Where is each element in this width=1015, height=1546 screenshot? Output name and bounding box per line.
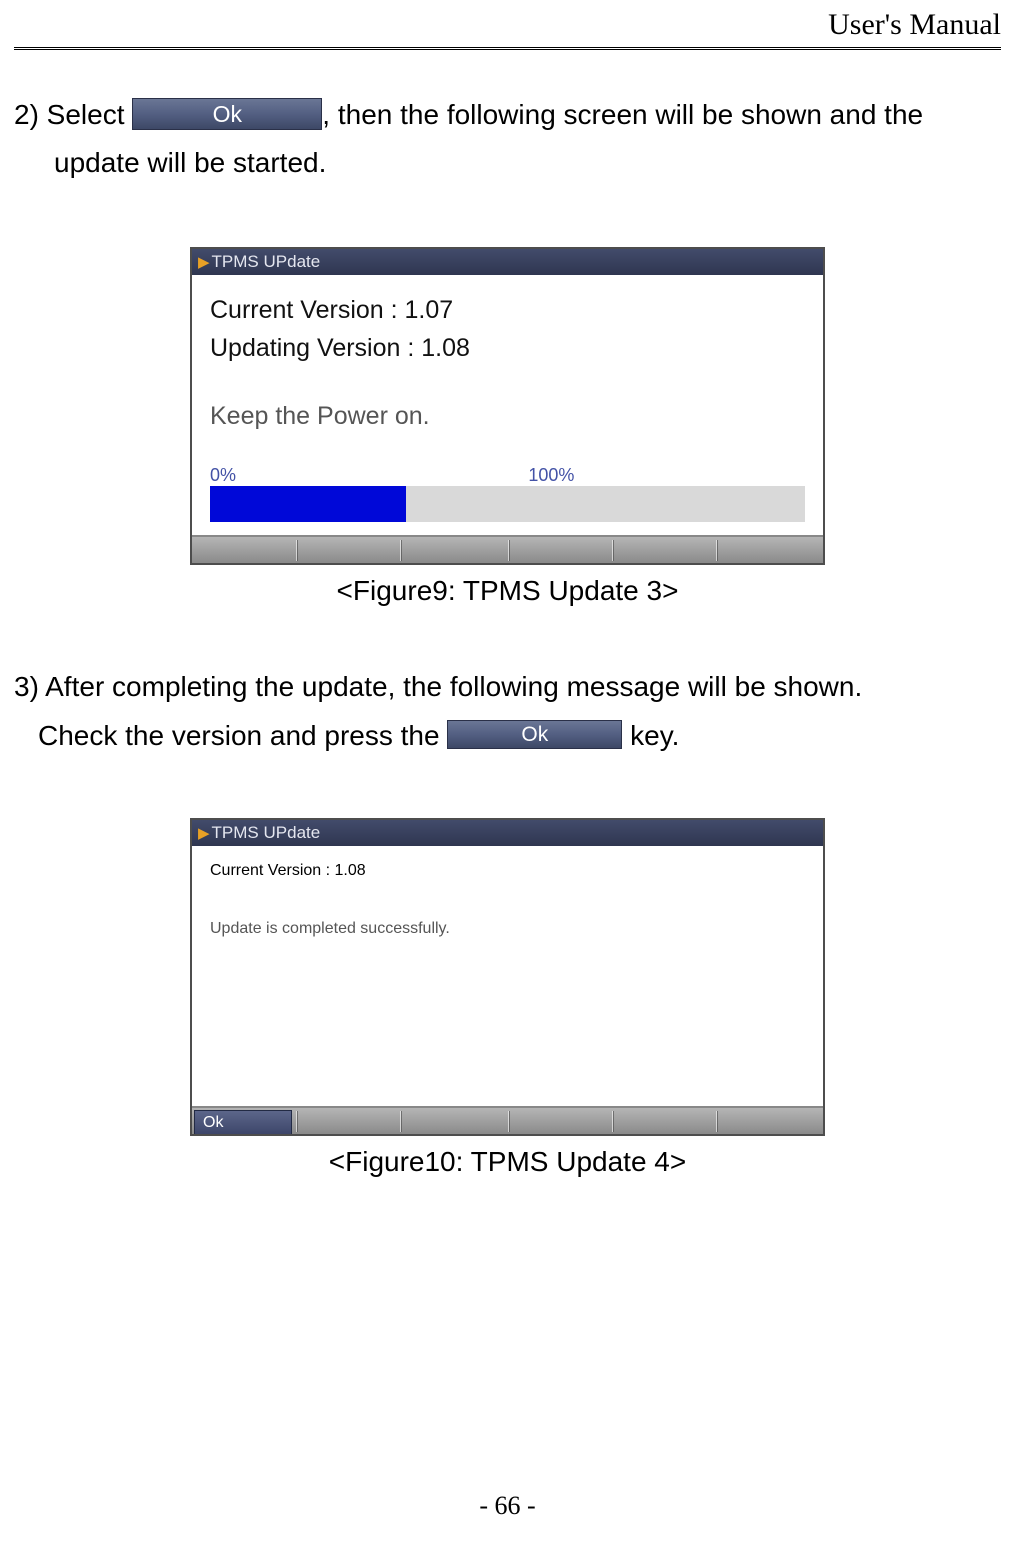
completion-message: Update is completed successfully. xyxy=(210,920,805,938)
bottombar-divider xyxy=(716,540,718,561)
progress-labels: 0% 100% xyxy=(210,465,805,486)
header-rule xyxy=(14,47,1001,50)
bottombar-divider xyxy=(508,1111,510,1132)
titlebar-arrow-icon: ▶ xyxy=(198,254,210,271)
step-3-prefix: Check the version and press the xyxy=(38,720,447,751)
step-2-suffix: , then the following screen will be show… xyxy=(322,99,923,130)
screen-titlebar: ▶TPMS UPdate xyxy=(192,249,823,275)
step-3-line1: 3) After completing the update, the foll… xyxy=(14,663,1001,711)
figure-9-caption: <Figure9: TPMS Update 3> xyxy=(14,575,1001,607)
ok-softkey[interactable]: Ok xyxy=(194,1110,292,1134)
page-number: - 66 - xyxy=(0,1491,1015,1521)
step-2-prefix: 2) Select xyxy=(14,99,132,130)
step-3-suffix: key. xyxy=(622,720,679,751)
screen-titlebar: ▶TPMS UPdate xyxy=(192,820,823,846)
step-2-line2: update will be started. xyxy=(14,140,1001,185)
progress-label-100: 100% xyxy=(528,465,574,486)
titlebar-arrow-icon: ▶ xyxy=(198,825,210,842)
bottombar-divider xyxy=(716,1111,718,1132)
bottombar-divider xyxy=(400,540,402,561)
page-header: User's Manual xyxy=(828,8,1001,42)
figure-10-container: ▶TPMS UPdate Current Version : 1.08 Upda… xyxy=(14,818,1001,1178)
progress-bar-fill xyxy=(210,486,406,522)
current-version-text: Current Version : 1.08 xyxy=(210,862,805,880)
bottombar-divider xyxy=(400,1111,402,1132)
step-3-line2: Check the version and press the Ok key. xyxy=(14,711,1001,761)
updating-version-text: Updating Version : 1.08 xyxy=(210,329,805,367)
tpms-update-screen-complete: ▶TPMS UPdate Current Version : 1.08 Upda… xyxy=(190,818,825,1136)
keep-power-text: Keep the Power on. xyxy=(210,397,805,435)
progress-label-0: 0% xyxy=(210,465,528,486)
bottombar-divider xyxy=(296,540,298,561)
screen-bottombar xyxy=(192,535,823,563)
ok-button[interactable]: Ok xyxy=(132,98,322,130)
ok-button[interactable]: Ok xyxy=(447,720,622,749)
bottombar-divider xyxy=(508,540,510,561)
figure-10-caption: <Figure10: TPMS Update 4> xyxy=(14,1146,1001,1178)
screen-body: Current Version : 1.08 Update is complet… xyxy=(192,846,823,1106)
bottombar-divider xyxy=(612,540,614,561)
tpms-update-screen-progress: ▶TPMS UPdate Current Version : 1.07 Upda… xyxy=(190,247,825,565)
bottombar-divider xyxy=(612,1111,614,1132)
current-version-text: Current Version : 1.07 xyxy=(210,291,805,329)
screen-body: Current Version : 1.07 Updating Version … xyxy=(192,275,823,535)
titlebar-text: TPMS UPdate xyxy=(212,823,321,842)
screen-bottombar: Ok xyxy=(192,1106,823,1134)
bottombar-divider xyxy=(296,1111,298,1132)
progress-bar xyxy=(210,486,805,522)
progress-area: 0% 100% xyxy=(210,465,805,527)
figure-9-container: ▶TPMS UPdate Current Version : 1.07 Upda… xyxy=(14,247,1001,607)
titlebar-text: TPMS UPdate xyxy=(212,252,321,271)
step-2-text: 2) Select Ok, then the following screen … xyxy=(14,90,1001,185)
